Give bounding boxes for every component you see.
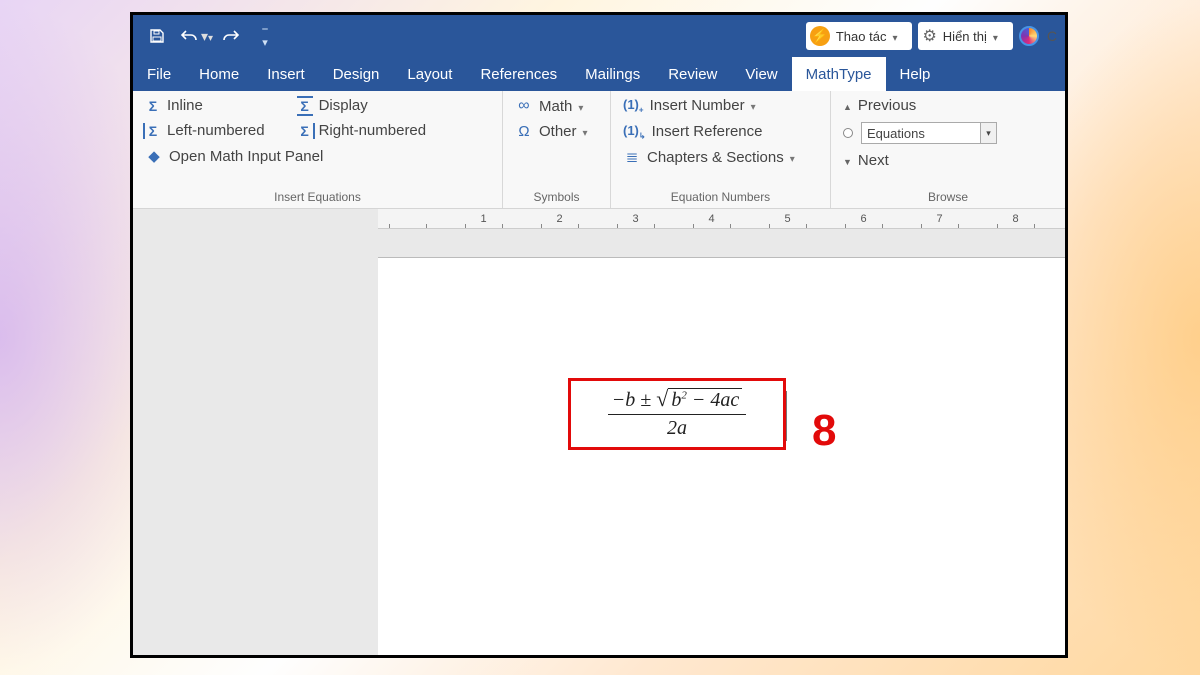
tab-mailings[interactable]: Mailings	[571, 57, 654, 91]
action-label: Thao tác	[836, 29, 887, 44]
menu-bar: File Home Insert Design Layout Reference…	[133, 57, 1065, 91]
tab-help[interactable]: Help	[886, 57, 945, 91]
previous-button[interactable]: Previous	[841, 97, 1055, 114]
group-label-insert-equations: Insert Equations	[143, 188, 492, 206]
insert-reference-button[interactable]: (1)↳ Insert Reference	[621, 123, 820, 141]
undo-icon[interactable]	[179, 26, 199, 46]
action-dropdown-icon[interactable]	[892, 29, 902, 44]
ribbon-group-symbols: ∞ Math Ω Other Symbols	[503, 91, 611, 208]
group-label-equation-numbers: Equation Numbers	[621, 188, 820, 206]
step-number-annotation: 8	[812, 406, 836, 456]
chevron-down-icon	[583, 123, 593, 140]
omega-icon: Ω	[515, 123, 533, 140]
ribbon-group-equation-numbers: (1)+ Insert Number (1)↳ Insert Reference…	[611, 91, 831, 208]
tab-references[interactable]: References	[466, 57, 571, 91]
browse-selector-row: Equations ▾	[841, 122, 1055, 144]
display-pill[interactable]: ⚙ Hiển thị	[918, 22, 1012, 50]
sigma-icon: Σ	[145, 98, 161, 114]
tab-file[interactable]: File	[133, 57, 185, 91]
document-area: 2 1 1 2 3 4 5 6 7 8 9	[133, 209, 1065, 655]
right-numbered-button[interactable]: Σ Right-numbered	[295, 122, 429, 139]
page-container: 2 1 1 2 3 4 5 6 7 8 9	[378, 209, 1065, 655]
arrow-up-icon	[843, 97, 852, 114]
horizontal-ruler[interactable]: 2 1 1 2 3 4 5 6 7 8 9	[378, 209, 1065, 229]
equation[interactable]: −b ± √ b2 − 4ac 2a	[608, 388, 746, 440]
insert-reference-icon: (1)↳	[623, 123, 646, 141]
chevron-down-icon	[751, 97, 761, 114]
panel-icon: ◆	[145, 147, 163, 165]
chevron-down-icon	[578, 98, 588, 115]
display-dropdown-icon[interactable]	[993, 29, 1003, 44]
ribbon-group-browse: Previous Equations ▾ Next Browse	[831, 91, 1065, 208]
next-button[interactable]: Next	[841, 152, 1055, 169]
tab-layout[interactable]: Layout	[393, 57, 466, 91]
tab-view[interactable]: View	[731, 57, 791, 91]
chevron-down-icon	[790, 149, 800, 166]
undo-dropdown-icon[interactable]: ▾	[201, 28, 213, 45]
equation-highlight-box: −b ± √ b2 − 4ac 2a	[568, 378, 786, 450]
gear-icon: ⚙	[922, 26, 936, 46]
ribbon: Σ Inline Σ Left-numbered Σ Display	[133, 91, 1065, 209]
open-math-panel-button[interactable]: ◆ Open Math Input Panel	[143, 147, 492, 165]
tab-review[interactable]: Review	[654, 57, 731, 91]
insert-number-icon: (1)+	[623, 97, 644, 115]
action-pill[interactable]: ⚡ Thao tác	[806, 22, 913, 50]
browse-dropdown-button[interactable]: ▾	[981, 122, 997, 144]
sigma-right-icon: Σ	[297, 123, 313, 139]
instagram-icon[interactable]	[1019, 26, 1039, 46]
left-numbered-button[interactable]: Σ Left-numbered	[143, 122, 267, 139]
chapters-sections-button[interactable]: ≣ Chapters & Sections	[621, 148, 820, 166]
inline-button[interactable]: Σ Inline	[143, 97, 267, 114]
group-label-symbols: Symbols	[513, 188, 600, 206]
document-page[interactable]: −b ± √ b2 − 4ac 2a 8	[378, 257, 1065, 655]
titlebar-extra: C	[1047, 28, 1057, 44]
radio-icon[interactable]	[843, 128, 853, 138]
tab-design[interactable]: Design	[319, 57, 394, 91]
customize-qa-icon[interactable]: ⎯▾	[255, 26, 275, 46]
eq-numerator-prefix: −b ±	[612, 389, 651, 411]
text-cursor	[786, 391, 787, 441]
save-icon[interactable]	[147, 26, 167, 46]
tab-mathtype[interactable]: MathType	[792, 57, 886, 91]
title-bar: ▾ ⎯▾ ⚡ Thao tác ⚙ Hiển thị C	[133, 15, 1065, 57]
math-symbols-button[interactable]: ∞ Math	[513, 97, 600, 115]
display-button[interactable]: Σ Display	[295, 97, 429, 114]
browse-selector[interactable]: Equations	[861, 122, 981, 144]
redo-icon[interactable]	[221, 26, 241, 46]
infinity-icon: ∞	[515, 97, 533, 115]
eq-denominator: 2a	[667, 415, 687, 440]
sigma-display-icon: Σ	[297, 98, 313, 114]
insert-number-button[interactable]: (1)+ Insert Number	[621, 97, 820, 115]
left-gutter	[133, 209, 378, 655]
list-icon: ≣	[623, 148, 641, 166]
tab-home[interactable]: Home	[185, 57, 253, 91]
group-label-browse: Browse	[841, 188, 1055, 206]
arrow-down-icon	[843, 152, 852, 169]
tab-insert[interactable]: Insert	[253, 57, 319, 91]
other-symbols-button[interactable]: Ω Other	[513, 123, 600, 140]
sqrt-icon: √	[656, 388, 668, 410]
sigma-left-icon: Σ	[145, 123, 161, 139]
app-window: ▾ ⎯▾ ⚡ Thao tác ⚙ Hiển thị C File Home I…	[130, 12, 1068, 658]
lightning-icon: ⚡	[810, 26, 830, 46]
ribbon-group-insert-equations: Σ Inline Σ Left-numbered Σ Display	[133, 91, 503, 208]
display-label: Hiển thị	[943, 29, 987, 44]
